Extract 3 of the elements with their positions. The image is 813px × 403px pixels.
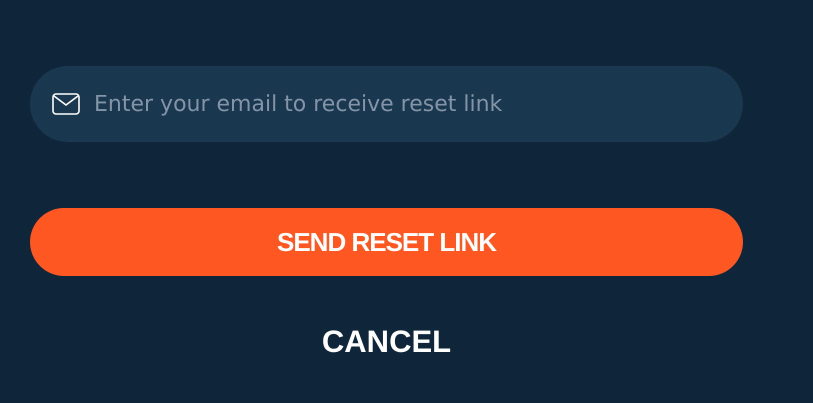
mail-icon xyxy=(52,93,80,115)
email-field[interactable]: Enter your email to receive reset link xyxy=(30,66,743,142)
cancel-link[interactable]: CANCEL xyxy=(322,324,452,360)
